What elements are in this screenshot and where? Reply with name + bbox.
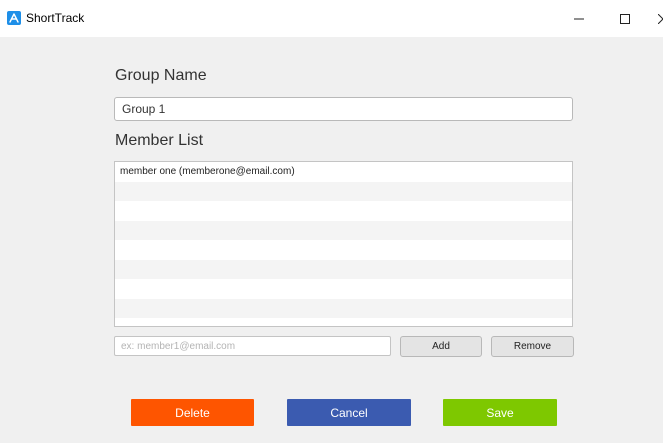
title-bar[interactable]: ShortTrack [0,0,663,37]
member-list-item[interactable] [115,298,572,318]
maximize-icon [620,13,630,24]
member-list-item[interactable] [115,220,572,240]
member-list-item[interactable]: member one (memberone@email.com) [115,162,572,182]
group-name-label: Group Name [115,67,207,84]
member-list-item[interactable] [115,318,572,326]
member-list-item[interactable] [115,181,572,201]
member-list-item[interactable] [115,279,572,299]
window-title: ShortTrack [26,11,85,25]
save-button[interactable]: Save [443,399,557,426]
delete-button[interactable]: Delete [131,399,254,426]
member-list-item[interactable] [115,240,572,260]
add-member-button[interactable]: Add [400,336,482,357]
member-email-input[interactable] [114,336,391,356]
remove-member-button[interactable]: Remove [491,336,574,357]
minimize-icon [574,18,584,19]
app-window: ShortTrack Group Name Member List member… [0,0,663,443]
member-list-label: Member List [115,132,204,149]
app-logo-icon [7,11,21,25]
cancel-button[interactable]: Cancel [287,399,411,426]
member-list-item[interactable] [115,259,572,279]
close-icon [658,13,663,24]
group-name-input[interactable] [114,97,573,121]
member-list-item[interactable] [115,201,572,221]
minimize-button[interactable] [556,0,602,37]
close-button[interactable] [640,0,663,37]
member-list[interactable]: member one (memberone@email.com) [114,161,573,327]
